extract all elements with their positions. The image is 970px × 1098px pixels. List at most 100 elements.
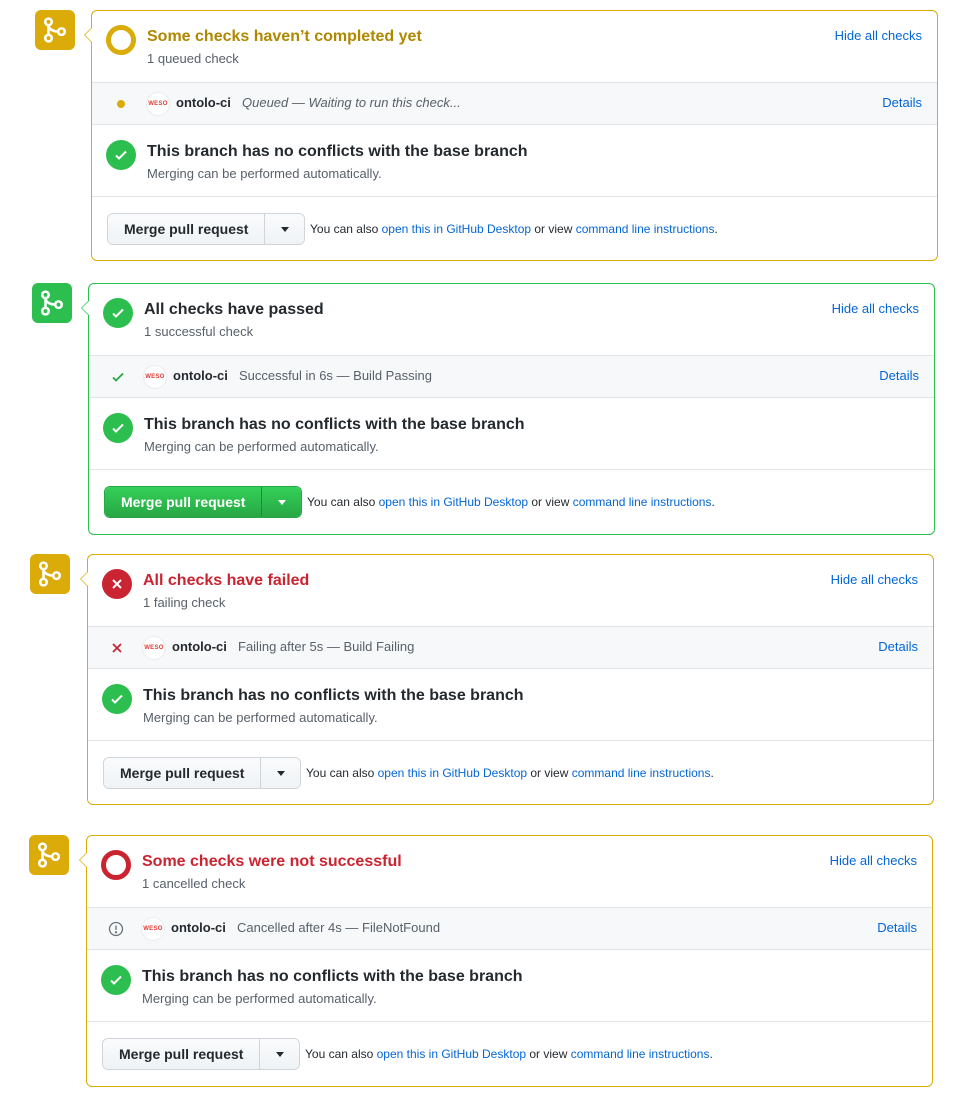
merge-button-group: Merge pull request [102, 1038, 301, 1070]
merge-note: You can also open this in GitHub Desktop… [307, 495, 715, 509]
check-row: WESO ontolo-ci Cancelled after 4s — File… [87, 908, 932, 950]
merge-pull-request-button[interactable]: Merge pull request [108, 214, 265, 244]
details-link[interactable]: Details [877, 920, 917, 935]
conflict-row: This branch has no conflicts with the ba… [88, 669, 933, 741]
hide-all-checks-link[interactable]: Hide all checks [832, 301, 919, 316]
merge-options-button[interactable] [264, 214, 305, 244]
hide-all-checks-link[interactable]: Hide all checks [830, 853, 917, 868]
check-icon [109, 368, 127, 386]
conflict-subtitle: Merging can be performed automatically. [143, 710, 378, 725]
check-icon [106, 140, 136, 170]
status-title: All checks have failed [143, 572, 310, 589]
conflict-title: This branch has no conflicts with the ba… [143, 687, 524, 704]
check-description: Successful in 6s — Build Passing [239, 368, 432, 383]
git-merge-icon [35, 10, 75, 50]
conflict-row: This branch has no conflicts with the ba… [87, 950, 932, 1022]
caret-down-icon [275, 1051, 284, 1057]
details-link[interactable]: Details [878, 639, 918, 654]
caret-down-icon [280, 226, 289, 232]
status-header: Some checks haven’t completed yet 1 queu… [92, 11, 937, 83]
status-title: All checks have passed [144, 301, 324, 318]
avatar: WESO [142, 636, 166, 660]
merge-row: Merge pull request You can also open thi… [87, 1022, 932, 1086]
command-line-link[interactable]: command line instructions [576, 222, 715, 236]
dot-icon [112, 95, 130, 113]
git-merge-icon [30, 554, 70, 594]
x-circle-icon [102, 569, 132, 599]
check-description: Queued — Waiting to run this check... [242, 95, 461, 110]
conflict-title: This branch has no conflicts with the ba… [144, 416, 525, 433]
merge-pull-request-button[interactable]: Merge pull request [104, 758, 261, 788]
status-subtitle: 1 failing check [143, 595, 226, 610]
open-desktop-link[interactable]: open this in GitHub Desktop [378, 766, 527, 780]
status-subtitle: 1 queued check [147, 51, 239, 66]
caret-down-icon [277, 499, 286, 505]
conflict-subtitle: Merging can be performed automatically. [142, 991, 377, 1006]
status-header: All checks have passed 1 successful chec… [89, 284, 934, 356]
merge-box: All checks have failed 1 failing check H… [80, 554, 934, 805]
git-merge-icon [29, 835, 69, 875]
merge-box: All checks have passed 1 successful chec… [81, 283, 935, 535]
avatar: WESO [143, 365, 167, 389]
merge-row: Merge pull request You can also open thi… [88, 741, 933, 805]
details-link[interactable]: Details [882, 95, 922, 110]
check-icon [102, 684, 132, 714]
check-description: Failing after 5s — Build Failing [238, 639, 415, 654]
check-circle-icon [103, 298, 133, 328]
status-header: Some checks were not successful 1 cancel… [87, 836, 932, 908]
merge-options-button[interactable] [261, 487, 302, 517]
conflict-row: This branch has no conflicts with the ba… [89, 398, 934, 470]
ring-circle-icon [101, 850, 131, 880]
open-desktop-link[interactable]: open this in GitHub Desktop [382, 222, 531, 236]
check-description: Cancelled after 4s — FileNotFound [237, 920, 441, 935]
merge-options-button[interactable] [260, 758, 301, 788]
hide-all-checks-link[interactable]: Hide all checks [831, 572, 918, 587]
check-name: ontolo-ci [173, 368, 228, 383]
open-desktop-link[interactable]: open this in GitHub Desktop [377, 1047, 526, 1061]
check-icon [103, 413, 133, 443]
check-icon [101, 965, 131, 995]
avatar: WESO [141, 917, 165, 941]
conflict-subtitle: Merging can be performed automatically. [144, 439, 379, 454]
pending-circle-icon [106, 25, 136, 55]
merge-note: You can also open this in GitHub Desktop… [310, 222, 718, 236]
merge-pull-request-button[interactable]: Merge pull request [105, 487, 262, 517]
status-header: All checks have failed 1 failing check H… [88, 555, 933, 627]
merge-row: Merge pull request You can also open thi… [89, 470, 934, 534]
merge-button-group: Merge pull request [104, 486, 303, 518]
merge-box: Some checks were not successful 1 cancel… [79, 835, 933, 1087]
check-name: ontolo-ci [176, 95, 231, 110]
check-name: ontolo-ci [171, 920, 226, 935]
conflict-row: This branch has no conflicts with the ba… [92, 125, 937, 197]
merge-button-group: Merge pull request [107, 213, 306, 245]
check-row: WESO ontolo-ci Queued — Waiting to run t… [92, 83, 937, 125]
status-subtitle: 1 cancelled check [142, 876, 246, 891]
caret-down-icon [276, 770, 285, 776]
merge-row: Merge pull request You can also open thi… [92, 197, 937, 261]
command-line-link[interactable]: command line instructions [572, 766, 711, 780]
x-icon [108, 639, 126, 657]
status-subtitle: 1 successful check [144, 324, 254, 339]
merge-note: You can also open this in GitHub Desktop… [306, 766, 714, 780]
merge-button-group: Merge pull request [103, 757, 302, 789]
status-title: Some checks were not successful [142, 853, 402, 870]
check-row: WESO ontolo-ci Failing after 5s — Build … [88, 627, 933, 669]
details-link[interactable]: Details [879, 368, 919, 383]
check-name: ontolo-ci [172, 639, 227, 654]
check-row: WESO ontolo-ci Successful in 6s — Build … [89, 356, 934, 398]
conflict-title: This branch has no conflicts with the ba… [147, 143, 528, 160]
merge-options-button[interactable] [259, 1039, 300, 1069]
open-desktop-link[interactable]: open this in GitHub Desktop [379, 495, 528, 509]
conflict-title: This branch has no conflicts with the ba… [142, 968, 523, 985]
conflict-subtitle: Merging can be performed automatically. [147, 166, 382, 181]
alert-circle-icon [107, 920, 125, 938]
command-line-link[interactable]: command line instructions [573, 495, 712, 509]
command-line-link[interactable]: command line instructions [571, 1047, 710, 1061]
merge-box: Some checks haven’t completed yet 1 queu… [84, 10, 938, 261]
git-merge-icon [32, 283, 72, 323]
status-title: Some checks haven’t completed yet [147, 28, 422, 45]
hide-all-checks-link[interactable]: Hide all checks [835, 28, 922, 43]
avatar: WESO [146, 92, 170, 116]
merge-pull-request-button[interactable]: Merge pull request [103, 1039, 260, 1069]
merge-note: You can also open this in GitHub Desktop… [305, 1047, 713, 1061]
